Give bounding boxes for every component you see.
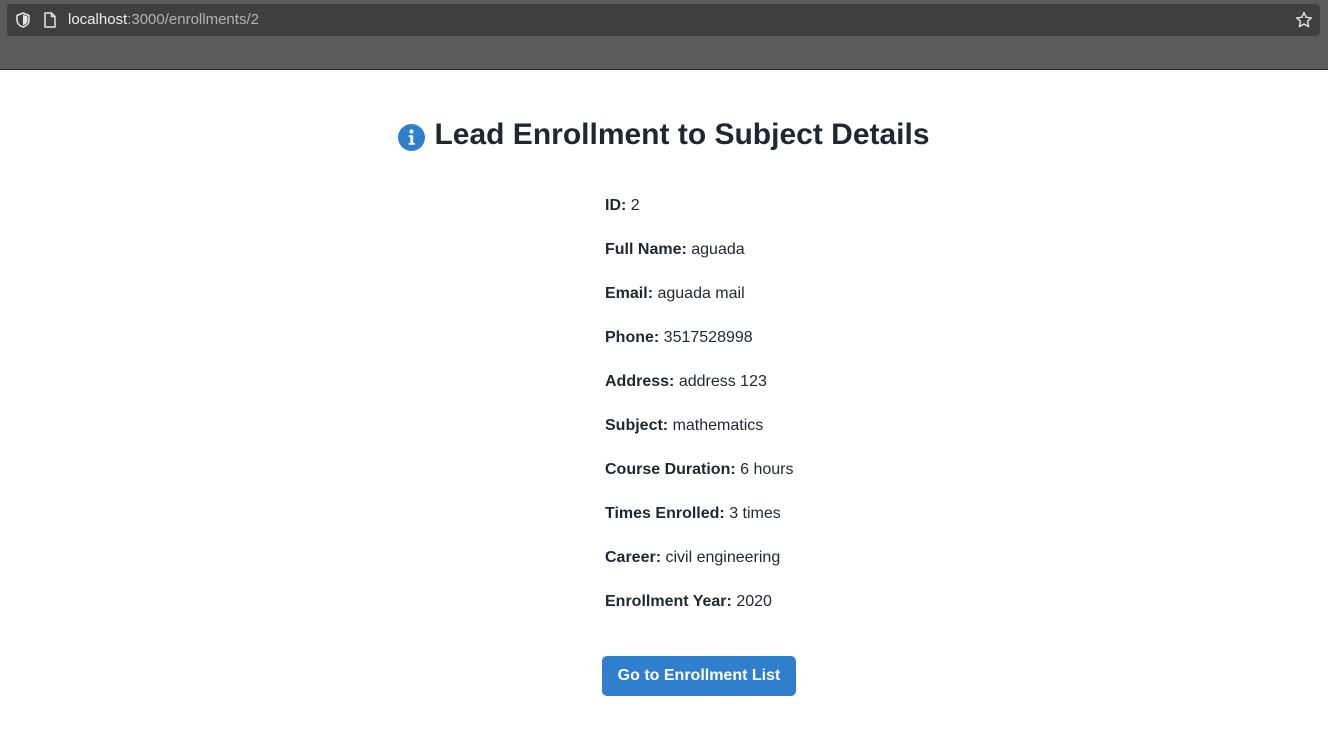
detail-value: 3 times (729, 505, 781, 522)
detail-value: aguada (691, 241, 745, 258)
page-title: Lead Enrollment to Subject Details (434, 118, 930, 151)
detail-label: Times Enrolled: (605, 505, 725, 522)
detail-value: 2020 (736, 593, 772, 610)
go-to-enrollment-list-button[interactable]: Go to Enrollment List (602, 656, 796, 696)
detail-label: Address: (605, 373, 675, 390)
detail-times-enrolled: Times Enrolled: 3 times (605, 503, 794, 547)
details-list: ID: 2 Full Name: aguada Email: aguada ma… (605, 195, 794, 635)
detail-label: Enrollment Year: (605, 593, 732, 610)
detail-full-name: Full Name: aguada (605, 239, 794, 283)
url-host: localhost (68, 11, 128, 28)
detail-subject: Subject: mathematics (605, 415, 794, 459)
url-path: :3000/enrollments/2 (127, 11, 259, 28)
detail-id: ID: 2 (605, 195, 794, 239)
detail-value: aguada mail (657, 285, 745, 302)
detail-value: 6 hours (740, 461, 794, 478)
detail-value: mathematics (672, 417, 764, 434)
detail-career: Career: civil engineering (605, 547, 794, 591)
browser-toolbar: localhost:3000/enrollments/2 (0, 0, 1328, 70)
detail-value: 3517528998 (663, 329, 753, 346)
detail-phone: Phone: 3517528998 (605, 327, 794, 371)
detail-label: Email: (605, 285, 654, 302)
detail-value: address 123 (678, 373, 767, 390)
detail-label: Career: (605, 549, 662, 566)
address-bar[interactable]: localhost:3000/enrollments/2 (7, 4, 1320, 36)
page-content: Lead Enrollment to Subject Details ID: 2… (0, 70, 1328, 747)
info-icon (398, 124, 426, 151)
detail-address: Address: address 123 (605, 371, 794, 415)
detail-label: Subject: (605, 417, 669, 434)
detail-label: Course Duration: (605, 461, 736, 478)
url-text[interactable]: localhost:3000/enrollments/2 (68, 12, 259, 28)
detail-value: 2 (630, 197, 640, 214)
detail-course-duration: Course Duration: 6 hours (605, 459, 794, 503)
detail-value: civil engineering (665, 549, 781, 566)
bookmark-star-icon[interactable] (1295, 11, 1313, 29)
detail-email: Email: aguada mail (605, 283, 794, 327)
detail-label: Phone: (605, 329, 660, 346)
title-row: Lead Enrollment to Subject Details (0, 115, 1328, 155)
detail-label: Full Name: (605, 241, 687, 258)
shield-icon[interactable] (15, 12, 31, 28)
detail-enrollment-year: Enrollment Year: 2020 (605, 591, 794, 635)
detail-label: ID: (605, 197, 627, 214)
page-icon (44, 12, 56, 28)
